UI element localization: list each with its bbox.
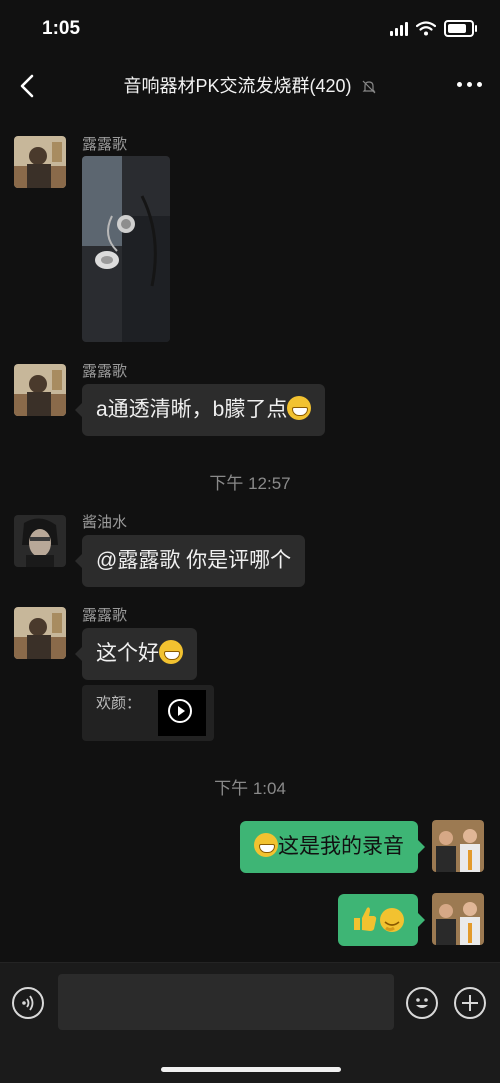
input-bar [0, 962, 500, 1083]
voice-input-button[interactable] [12, 987, 44, 1019]
timestamp: 下午 12:57 [209, 474, 291, 493]
plus-icon [462, 995, 478, 1011]
avatar[interactable] [14, 515, 66, 567]
message-bubble[interactable]: 这个好 [75, 628, 197, 680]
grin-emoji-icon [159, 640, 183, 664]
thumbs-up-emoji-icon [354, 907, 404, 932]
timestamp: 下午 1:04 [214, 779, 286, 798]
avatar-image [432, 820, 484, 872]
avatar-image [14, 607, 66, 659]
grin-emoji-icon [287, 396, 312, 420]
avatar-image [14, 515, 66, 567]
message-text: 这是我的录音 [278, 835, 404, 858]
avatar-image [432, 893, 484, 945]
status-bar: 1:05 [0, 0, 500, 58]
sender-name: 酱油水 [82, 514, 128, 531]
status-icons [390, 20, 477, 37]
message-bubble[interactable]: a通透清晰，b朦了点 [74, 384, 326, 436]
sender-name: 露露歌 [82, 136, 128, 153]
message-bubble[interactable]: @露露歌 你是评哪个 [74, 535, 306, 587]
avatar-image [14, 136, 66, 188]
earphones-photo [82, 156, 170, 342]
voice-icon [22, 995, 34, 1011]
avatar-image [14, 364, 66, 416]
wifi-icon [416, 21, 436, 36]
more-features-button[interactable] [454, 987, 486, 1019]
image-message[interactable] [82, 156, 170, 342]
message-bubble-outgoing[interactable] [338, 894, 425, 946]
chat-header: 音响器材PK交流发烧群(420) [0, 58, 500, 114]
chat-title-text: 音响器材PK交流发烧群(420) [123, 76, 352, 96]
video-thumbnail [158, 690, 206, 736]
mute-bell-icon [362, 80, 375, 94]
home-indicator[interactable] [161, 1067, 341, 1072]
quoted-video[interactable]: 欢颜： [82, 685, 214, 741]
avatar[interactable] [14, 136, 66, 188]
quote-label: 欢颜： [96, 695, 142, 712]
message-text: a通透清晰，b朦了点 [96, 398, 288, 421]
my-avatar[interactable] [432, 893, 484, 945]
sender-name: 露露歌 [82, 607, 128, 624]
emoji-button[interactable] [406, 987, 438, 1019]
smiley-icon [416, 998, 428, 1008]
battery-icon [444, 20, 477, 37]
more-options-button[interactable] [457, 82, 482, 87]
sender-name: 露露歌 [82, 363, 128, 380]
message-text: 这个好 [96, 642, 159, 665]
status-time: 1:05 [42, 18, 81, 39]
message-bubble-outgoing[interactable]: 这是我的录音 [240, 821, 425, 873]
avatar[interactable] [14, 607, 66, 659]
avatar[interactable] [14, 364, 66, 416]
grin-emoji-icon [254, 833, 278, 857]
cellular-signal-icon [390, 21, 408, 36]
my-avatar[interactable] [432, 820, 484, 872]
message-input[interactable] [58, 974, 394, 1030]
message-text: @露露歌 你是评哪个 [96, 549, 292, 572]
chat-title: 音响器材PK交流发烧群(420) [0, 72, 500, 98]
play-icon [168, 699, 192, 723]
